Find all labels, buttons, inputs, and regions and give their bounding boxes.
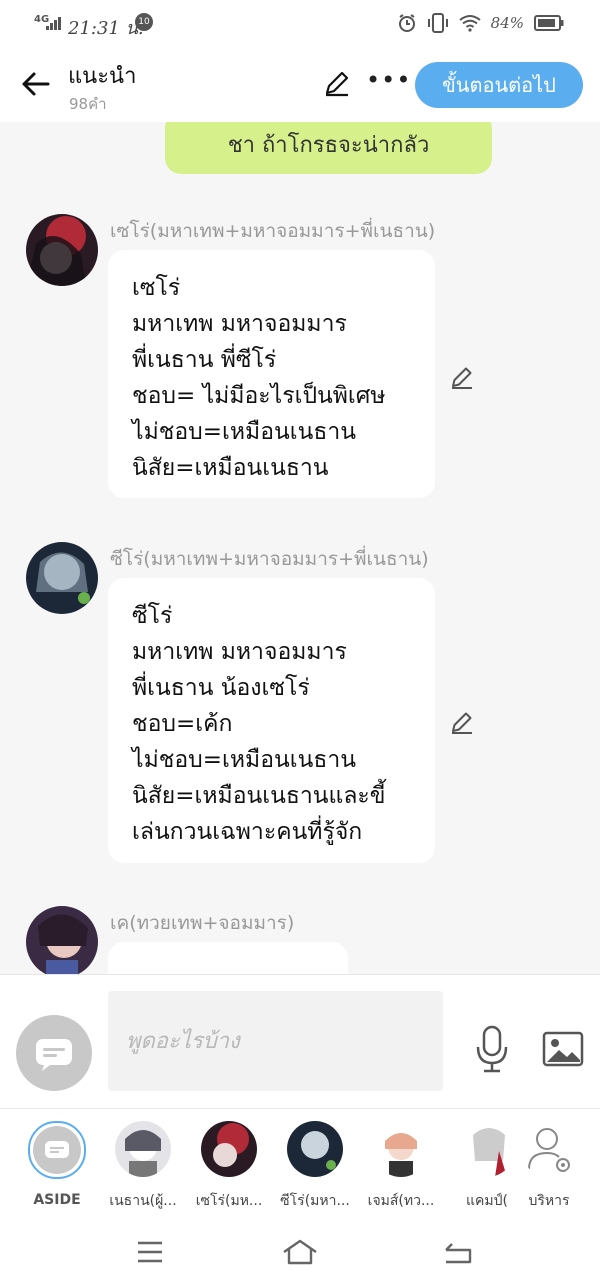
character-label: เจมส์(ทว...: [367, 1193, 435, 1209]
vibrate-icon: [427, 13, 448, 33]
avatar[interactable]: [26, 214, 98, 286]
character-selector: ASIDE เนธาน(ผู้... เซโร่(มห... ซีโร่(มหา…: [0, 1108, 600, 1218]
character-xiro[interactable]: ซีโร่(มหา...: [275, 1121, 355, 1212]
avatar[interactable]: [26, 542, 98, 614]
signal-icon: [46, 17, 61, 30]
message-line: ชอบ= ไม่มีอะไรเป็นพิเศษ: [132, 383, 386, 409]
microphone-icon[interactable]: [474, 1025, 510, 1073]
message-line: มหาเทพ มหาจอมมาร: [132, 639, 347, 665]
avatar: [115, 1121, 171, 1177]
message-line: นิสัย=เหมือนเนธานและขี้: [132, 783, 386, 809]
sender-name: ซีโร่(มหาเทพ+มหาจอมมาร+พี่เนธาน): [110, 548, 429, 570]
sender-name: เค(ทวยเทพ+จอมมาร): [110, 912, 295, 934]
menu-icon[interactable]: [136, 1240, 164, 1264]
message-line: พี่เนธาน น้องเซโร่: [132, 675, 310, 701]
back-nav-icon[interactable]: [442, 1238, 474, 1266]
chat-bubble-icon: [45, 1141, 69, 1158]
next-step-button[interactable]: ขั้นตอนต่อไป: [415, 62, 583, 108]
page-title: แนะนำ: [68, 64, 137, 89]
avatar: [28, 1121, 86, 1179]
clock: 21:31 น.: [68, 18, 144, 39]
message-line: นิสัย=เหมือนเนธาน: [132, 455, 329, 481]
notification-badge: 10: [135, 13, 153, 31]
chat-bubble-icon: [36, 1039, 72, 1071]
avatar: [459, 1121, 515, 1177]
avatar: [201, 1121, 257, 1177]
character-label: ASIDE: [33, 1192, 81, 1208]
pencil-icon[interactable]: [322, 68, 352, 98]
avatar: [373, 1121, 429, 1177]
character-aside[interactable]: ASIDE: [17, 1121, 97, 1208]
chat-area[interactable]: ชา ถ้าโกรธจะน่ากลัว เซโร่(มหาเทพ+มหาจอมม…: [0, 122, 600, 974]
character-james[interactable]: เจมส์(ทว...: [361, 1121, 441, 1212]
top-bar: แนะนำ 98คำ ••• ขั้นตอนต่อไป: [0, 48, 600, 122]
message-line: เค: [132, 962, 324, 974]
status-icons: 84%: [397, 12, 564, 34]
back-arrow-icon[interactable]: [18, 66, 54, 102]
message-line: ชอบ=เค้ก: [132, 711, 233, 737]
image-icon[interactable]: [542, 1031, 584, 1067]
message-bubble[interactable]: เค: [108, 942, 348, 974]
word-count: 98คำ: [69, 95, 107, 113]
message-bubble[interactable]: ซีโร่ มหาเทพ มหาจอมมาร พี่เนธาน น้องเซโร…: [108, 578, 435, 863]
message-bubble[interactable]: เซโร่ มหาเทพ มหาจอมมาร พี่เนธาน พี่ซีโร่…: [108, 250, 435, 498]
character-label: ซีโร่(มหา...: [280, 1193, 350, 1209]
edit-message-icon[interactable]: [448, 363, 476, 391]
character-zero[interactable]: เซโร่(มห...: [189, 1121, 269, 1212]
narration-bubble[interactable]: ชา ถ้าโกรธจะน่ากลัว: [165, 122, 492, 174]
avatar: [287, 1121, 343, 1177]
avatar[interactable]: [26, 906, 98, 974]
battery-icon: [534, 15, 564, 31]
message-line: มหาเทพ มหาจอมมาร: [132, 311, 347, 337]
character-label: เซโร่(มห...: [195, 1193, 263, 1209]
message-line: เล่นกวนเฉพาะคนที่รู้จัก: [132, 819, 363, 845]
battery-percent: 84%: [490, 14, 524, 32]
message-line: ซีโร่: [132, 603, 173, 629]
status-bar: 4G 21:31 น. 10 84%: [0, 0, 600, 48]
wifi-icon: [459, 15, 481, 32]
alarm-icon: [398, 14, 415, 32]
character-label: บริหาร: [528, 1193, 570, 1209]
system-nav-bar: [0, 1218, 600, 1287]
home-icon[interactable]: [281, 1238, 319, 1266]
message-line: เซโร่: [132, 275, 181, 301]
more-icon[interactable]: •••: [366, 66, 411, 94]
aside-toggle-button[interactable]: [16, 1015, 92, 1091]
message-line: ไม่ชอบ=เหมือนเนธาน: [132, 747, 357, 773]
edit-message-icon[interactable]: [448, 708, 476, 736]
sender-name: เซโร่(มหาเทพ+มหาจอมมาร+พี่เนธาน): [110, 220, 436, 242]
character-label: เนธาน(ผู้...: [109, 1193, 177, 1209]
message-input[interactable]: [108, 991, 443, 1091]
manage-characters[interactable]: บริหาร: [509, 1121, 589, 1212]
character-nethan[interactable]: เนธาน(ผู้...: [103, 1121, 183, 1212]
message-line: พี่เนธาน พี่ซีโร่: [132, 347, 277, 373]
user-settings-icon: [521, 1121, 577, 1177]
message-line: ไม่ชอบ=เหมือนเนธาน: [132, 419, 357, 445]
input-bar: [0, 974, 600, 1108]
